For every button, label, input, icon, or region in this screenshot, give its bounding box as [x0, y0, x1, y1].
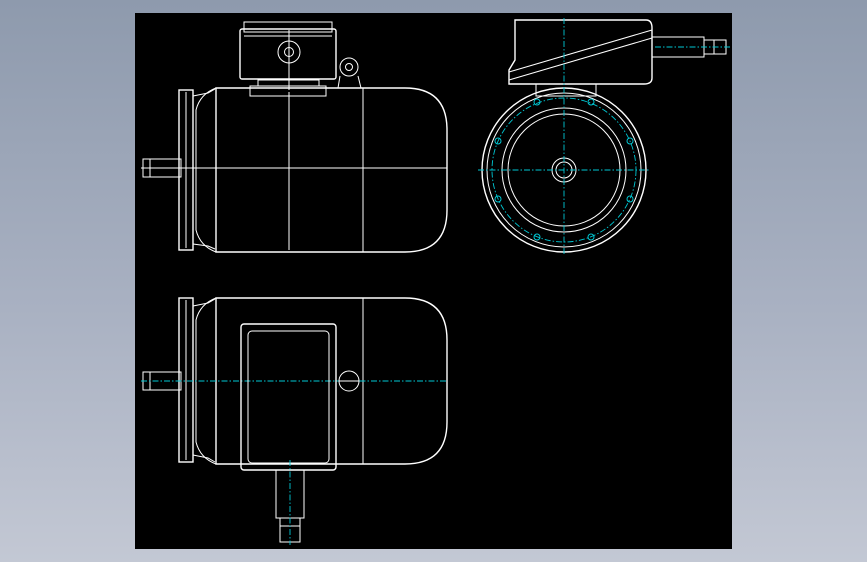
end-view — [478, 18, 730, 254]
top-body — [141, 297, 448, 465]
end-flange — [478, 18, 650, 254]
motor-drawing — [141, 18, 730, 545]
top-flange — [178, 297, 216, 463]
front-flange — [178, 88, 216, 251]
front-body — [141, 30, 448, 253]
top-terminal-box — [240, 323, 337, 471]
top-view — [141, 297, 448, 545]
front-lifting-eye — [337, 57, 362, 89]
front-terminal-box — [239, 21, 337, 97]
top-lifting-eye — [338, 370, 360, 392]
top-cable-gland — [275, 460, 305, 545]
front-view — [141, 21, 448, 253]
end-terminal-box — [508, 19, 730, 97]
